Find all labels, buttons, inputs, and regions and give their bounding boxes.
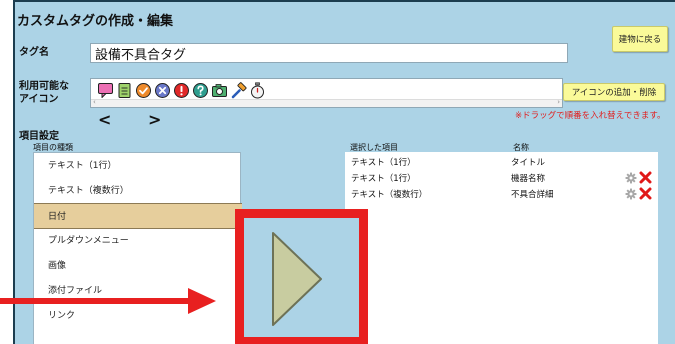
green-document-icon[interactable] [116, 82, 133, 99]
field-type-pulldown[interactable]: プルダウンメニュー [34, 228, 242, 254]
hammer-icon[interactable] [230, 82, 247, 99]
page-title: カスタムタグの作成・編集 [17, 14, 174, 29]
delete-x-icon[interactable] [639, 187, 652, 200]
available-icons-box: ‹ › [90, 78, 563, 108]
prev-icons-button[interactable]: < [98, 112, 111, 128]
annotation-arrow-shaft [0, 298, 190, 304]
icons-label-line2: アイコン [19, 94, 59, 105]
selected-field-name: 機器名称 [511, 174, 546, 184]
selected-field-row[interactable]: テキスト（複数行） 不具合詳細 [345, 187, 658, 201]
icons-horizontal-scrollbar[interactable]: ‹ › [91, 98, 562, 107]
red-exclamation-circle-icon[interactable] [173, 82, 190, 99]
add-field-arrow-button[interactable] [267, 229, 327, 329]
field-type-image[interactable]: 画像 [34, 253, 242, 279]
gear-icon[interactable] [625, 172, 637, 184]
field-type-text-single[interactable]: テキスト（1行） [34, 153, 242, 179]
field-type-text-multi[interactable]: テキスト（複数行） [34, 178, 242, 204]
tag-name-label: タグ名 [19, 47, 49, 58]
custom-tag-editor: カスタムタグの作成・編集 建物に戻る タグ名 利用可能な アイコン [13, 0, 675, 344]
drag-reorder-note: ※ドラッグで順番を入れ替えできます。 [515, 111, 666, 121]
selected-field-type: テキスト（1行） [351, 158, 416, 168]
selected-field-row[interactable]: テキスト（1行） 機器名称 [345, 171, 658, 185]
selected-fields-list: テキスト（1行） タイトル テキスト（1行） 機器名称 テキスト（複数行） 不具… [345, 152, 658, 344]
blue-x-circle-icon[interactable] [154, 82, 171, 99]
highlight-box [235, 209, 368, 344]
selected-field-type: テキスト（複数行） [351, 190, 428, 200]
selected-field-type: テキスト（1行） [351, 174, 416, 184]
stopwatch-icon[interactable] [249, 82, 266, 99]
orange-check-circle-icon[interactable] [135, 82, 152, 99]
add-remove-icons-button[interactable]: アイコンの追加・削除 [563, 83, 665, 101]
selected-field-name: 不具合詳細 [511, 190, 554, 200]
gear-icon[interactable] [625, 188, 637, 200]
teal-question-circle-icon[interactable] [192, 82, 209, 99]
tag-name-input[interactable] [90, 43, 568, 63]
icons-label-line1: 利用可能な [19, 81, 69, 92]
field-type-date[interactable]: 日付 [34, 203, 242, 229]
camera-icon[interactable] [211, 82, 228, 99]
back-to-building-button[interactable]: 建物に戻る [612, 26, 668, 52]
scroll-left-icon[interactable]: ‹ [93, 98, 96, 106]
annotation-arrow-head-icon [188, 288, 216, 314]
field-types-list: テキスト（1行） テキスト（複数行） 日付 プルダウンメニュー 画像 添付ファイ… [33, 152, 242, 344]
pink-speech-bubble-icon[interactable] [97, 82, 114, 99]
scroll-right-icon[interactable]: › [557, 98, 560, 106]
icon-palette [97, 82, 266, 99]
selected-field-row[interactable]: テキスト（1行） タイトル [345, 156, 658, 169]
delete-x-icon[interactable] [639, 171, 652, 184]
next-icons-button[interactable]: > [148, 112, 161, 128]
selected-field-name: タイトル [511, 158, 546, 168]
